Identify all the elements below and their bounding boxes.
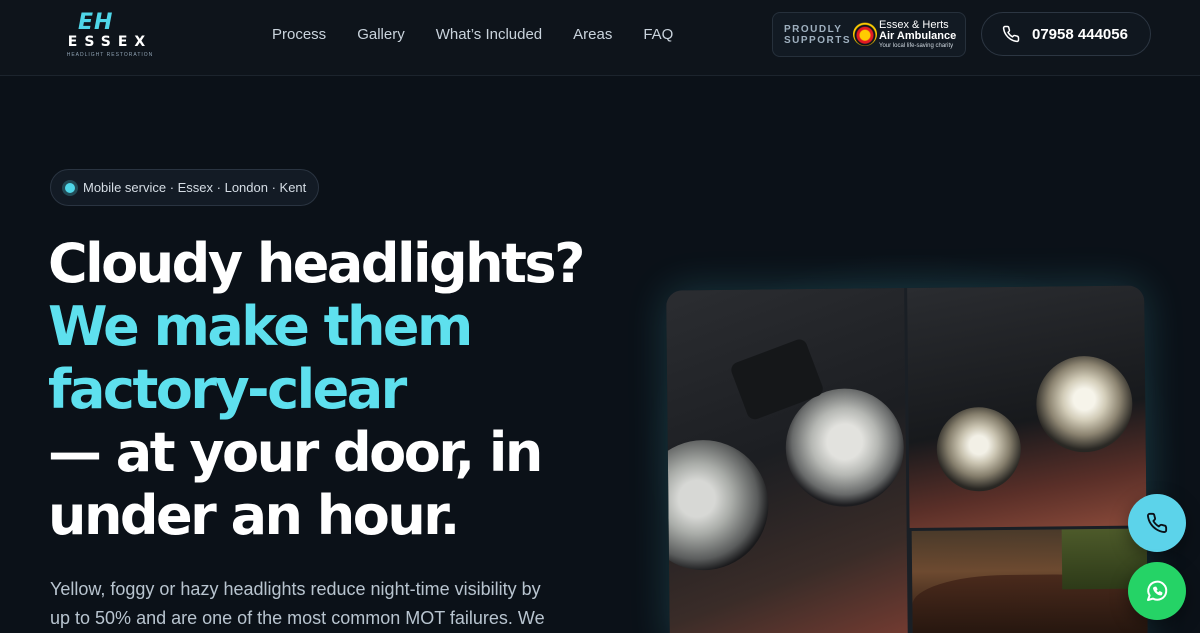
phone-icon <box>1147 512 1168 533</box>
nav-item-whats-included[interactable]: What’s Included <box>436 26 542 43</box>
proudly-supports-label: PROUDLY SUPPORTS <box>784 24 852 46</box>
logo-mark: EH <box>78 10 114 35</box>
headline-accent-1: We make them <box>48 295 473 358</box>
logo-subtitle: HEADLIGHT RESTORATION <box>66 52 154 58</box>
headline-line-4: under an hour. <box>48 484 460 547</box>
headline-line-1: Cloudy headlights? <box>48 232 585 295</box>
headline-line-3: — at your door, in <box>48 421 543 484</box>
main-nav: Process Gallery What’s Included Areas FA… <box>272 26 704 43</box>
charity-support-badge[interactable]: PROUDLY SUPPORTS Essex & Herts Air Ambul… <box>772 12 966 57</box>
status-dot-icon <box>65 182 75 193</box>
after-photo <box>907 285 1147 528</box>
service-area-pill: Mobile service · Essex · London · Kent <box>50 169 319 206</box>
clear-headlight-right <box>1035 355 1133 453</box>
nav-item-gallery[interactable]: Gallery <box>357 26 405 43</box>
nav-item-areas[interactable]: Areas <box>573 26 612 43</box>
headline-accent-2: factory-clear <box>48 358 407 421</box>
charity-tagline: Your local life-saving charity <box>879 43 954 49</box>
header-phone-button[interactable]: 07958 444056 <box>981 12 1151 56</box>
cloudy-headlight-right <box>785 388 905 508</box>
site-header: EH ESSEX HEADLIGHT RESTORATION Process G… <box>0 0 1200 76</box>
header-phone-number: 07958 444056 <box>1032 25 1128 43</box>
before-photo <box>666 288 908 633</box>
service-area-text: Mobile service · Essex · London · Kent <box>83 180 307 195</box>
hero-lead-text: Yellow, foggy or hazy headlights reduce … <box>50 575 580 633</box>
whatsapp-icon <box>1147 580 1168 601</box>
nav-item-process[interactable]: Process <box>272 26 326 43</box>
logo-wordmark: ESSEX <box>67 34 153 50</box>
phone-icon <box>1002 25 1020 43</box>
brand-logo[interactable]: EH ESSEX HEADLIGHT RESTORATION <box>52 10 168 60</box>
before-after-gallery <box>666 285 1148 633</box>
hero-headline: Cloudy headlights? We make them factory-… <box>48 232 608 547</box>
lead-line-2: up to 50% and are one of the most common… <box>50 608 545 628</box>
charity-name: Essex & Herts Air Ambulance <box>879 19 957 42</box>
floating-whatsapp-button[interactable] <box>1128 562 1186 620</box>
cloudy-headlight-left <box>666 439 770 571</box>
floating-call-button[interactable] <box>1128 494 1186 552</box>
car-photo <box>911 528 1148 633</box>
air-ambulance-logo-icon <box>853 22 877 46</box>
lead-line-1: Yellow, foggy or hazy headlights reduce … <box>50 579 541 599</box>
clear-headlight-left <box>936 406 1022 492</box>
nav-item-faq[interactable]: FAQ <box>643 26 673 43</box>
